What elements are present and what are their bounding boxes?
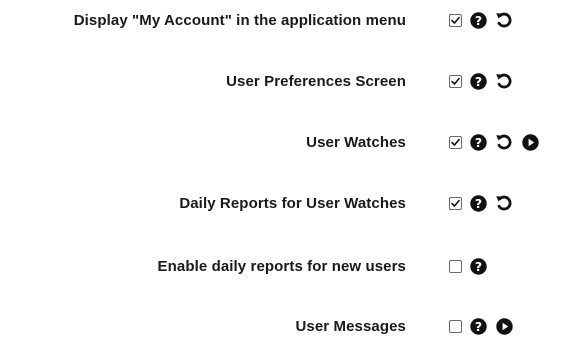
svg-text:?: ? xyxy=(474,135,481,150)
setting-checkbox[interactable] xyxy=(449,13,462,27)
svg-text:?: ? xyxy=(474,319,481,334)
settings-list: Display "My Account" in the application … xyxy=(0,0,570,341)
setting-row-user-preferences: User Preferences Screen ? xyxy=(0,66,570,96)
help-icon[interactable]: ? xyxy=(469,133,487,151)
setting-label: User Messages xyxy=(295,317,406,335)
setting-checkbox[interactable] xyxy=(449,74,462,88)
help-icon[interactable]: ? xyxy=(469,72,487,90)
setting-controls: ? xyxy=(449,66,521,96)
svg-text:?: ? xyxy=(474,74,481,89)
help-icon[interactable]: ? xyxy=(469,11,487,29)
help-icon[interactable]: ? xyxy=(469,317,487,335)
setting-label: User Preferences Screen xyxy=(226,72,406,90)
setting-label: User Watches xyxy=(306,133,406,151)
setting-label: Enable daily reports for new users xyxy=(157,257,406,275)
reset-icon[interactable] xyxy=(495,11,513,29)
reset-icon[interactable] xyxy=(495,133,513,151)
play-icon[interactable] xyxy=(495,317,513,335)
reset-icon[interactable] xyxy=(495,194,513,212)
setting-label: Daily Reports for User Watches xyxy=(179,194,406,212)
setting-row-my-account: Display "My Account" in the application … xyxy=(0,5,570,35)
setting-controls: ? xyxy=(449,188,521,218)
play-icon[interactable] xyxy=(521,133,539,151)
svg-text:?: ? xyxy=(474,196,481,211)
setting-row-daily-reports: Daily Reports for User Watches ? xyxy=(0,188,570,218)
setting-label: Display "My Account" in the application … xyxy=(73,11,406,29)
svg-text:?: ? xyxy=(474,13,481,28)
help-icon[interactable]: ? xyxy=(469,194,487,212)
setting-checkbox[interactable] xyxy=(449,196,462,210)
setting-checkbox[interactable] xyxy=(449,135,462,149)
setting-row-enable-daily-reports: Enable daily reports for new users ? xyxy=(0,251,570,281)
setting-checkbox[interactable] xyxy=(449,259,462,273)
setting-controls: ? xyxy=(449,251,495,281)
setting-controls: ? xyxy=(449,127,547,157)
setting-row-user-watches: User Watches ? xyxy=(0,127,570,157)
help-icon[interactable]: ? xyxy=(469,257,487,275)
svg-text:?: ? xyxy=(474,259,481,274)
setting-checkbox[interactable] xyxy=(449,319,462,333)
reset-icon[interactable] xyxy=(495,72,513,90)
setting-controls: ? xyxy=(449,311,521,341)
setting-row-user-messages: User Messages ? xyxy=(0,311,570,341)
setting-controls: ? xyxy=(449,5,521,35)
